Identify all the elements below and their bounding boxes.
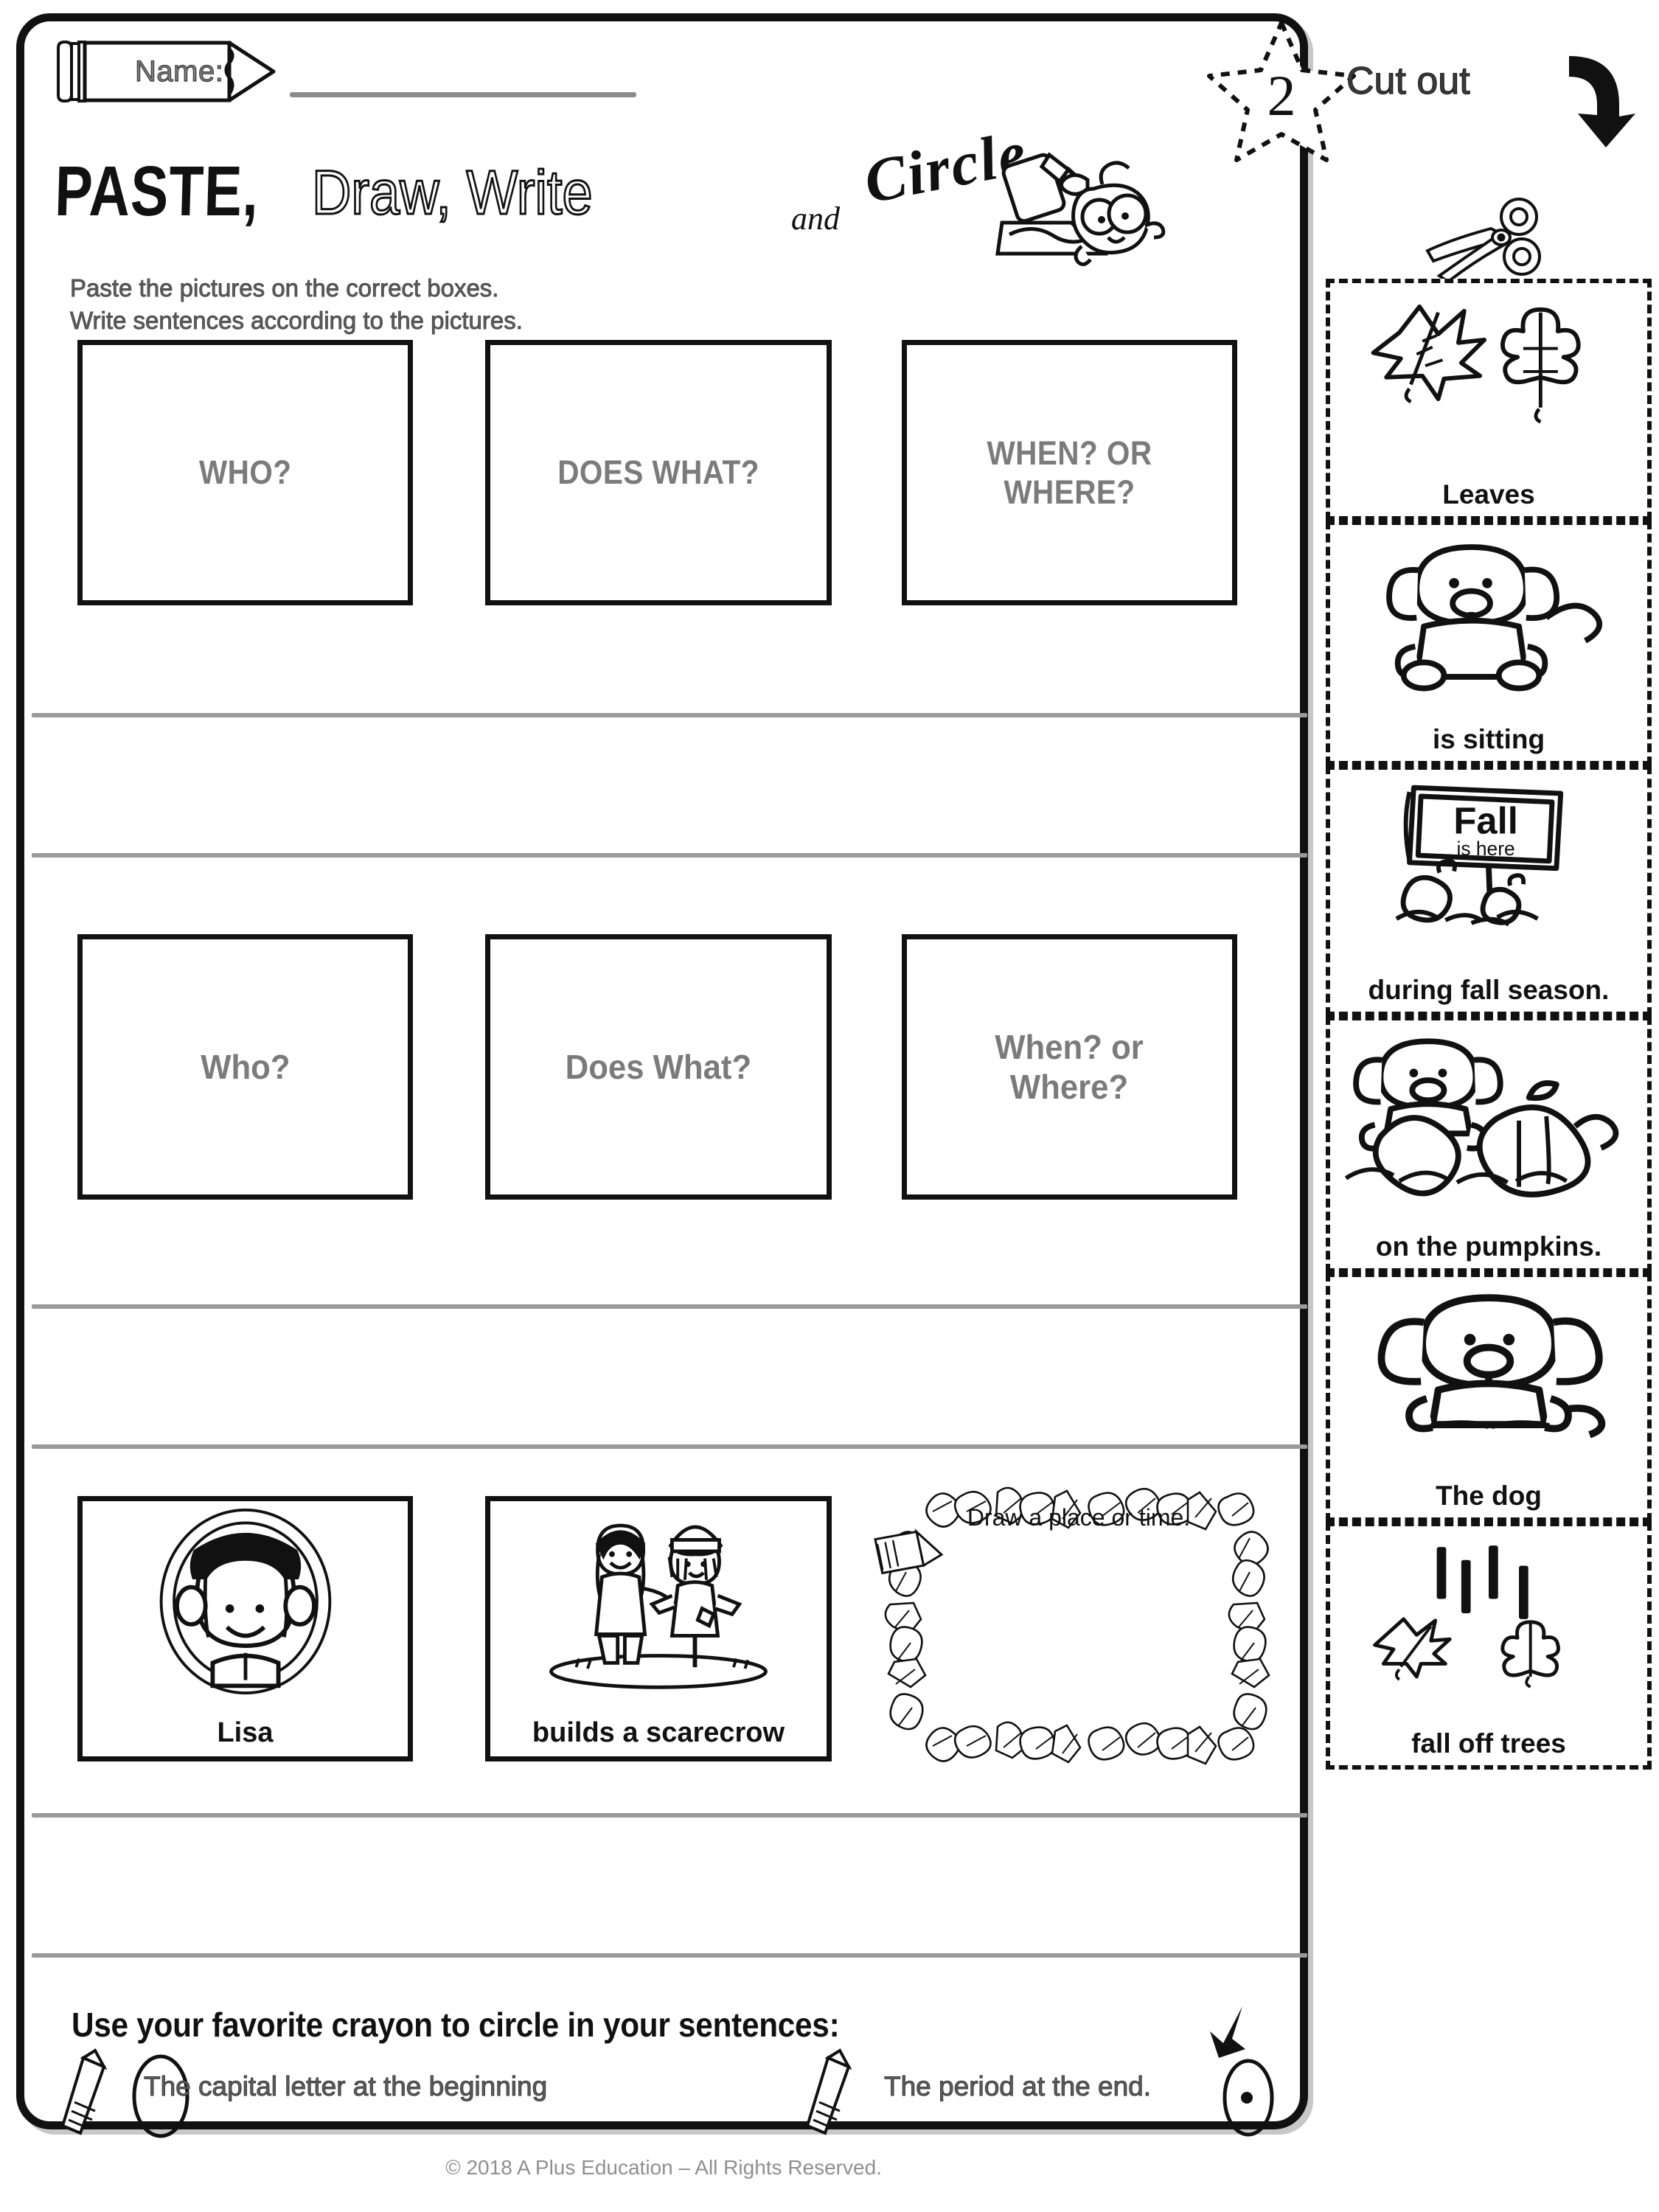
writing-line[interactable] [32, 1444, 1307, 1449]
cutout-card-is-sitting[interactable]: is sitting [1326, 521, 1652, 765]
crayon-icon [60, 2048, 108, 2135]
cutout-card-label: on the pumpkins. [1375, 1231, 1602, 1262]
writing-line[interactable] [32, 1953, 1307, 1958]
title-paste: PASTE, [54, 152, 260, 231]
cutout-card-leaves[interactable]: Leaves [1326, 279, 1652, 521]
cutout-card-label: Leaves [1442, 479, 1535, 509]
box-label: Who? [200, 1047, 291, 1086]
cutout-card-label: The dog [1436, 1481, 1542, 1511]
writing-line[interactable] [32, 713, 1307, 717]
cutout-column: Cut out Leaves is sitting Fall is here d… [1320, 0, 1659, 2212]
draw-instruction: Draw a place or time. [967, 1504, 1191, 1531]
paste-box-does-what-mixed[interactable]: Does What? [485, 934, 832, 1200]
bottom-instructions: Use your favorite crayon to circle in yo… [60, 2005, 1285, 2138]
sign-text-is-here: is here [1457, 838, 1515, 860]
girl-face-icon [83, 1506, 408, 1697]
name-write-line[interactable] [290, 92, 636, 97]
name-field-pencil: Name: [52, 38, 288, 105]
title-and: and [791, 201, 840, 237]
picture-card-lisa: Lisa [77, 1496, 413, 1761]
cutout-card-label: during fall season. [1368, 975, 1610, 1005]
instruction-line-2: Write sentences according to the picture… [70, 306, 524, 334]
writing-line[interactable] [32, 853, 1307, 858]
bottom-instruction-item-2: The period at the end. [883, 2071, 1152, 2102]
apple-mascot-with-glue-icon [995, 143, 1175, 291]
scissors-icon [1425, 198, 1541, 284]
box-label-line1: WHEN? OR [987, 434, 1152, 472]
girl-and-scarecrow-icon [490, 1506, 827, 1697]
sign-text-fall: Fall [1453, 800, 1518, 842]
writing-line[interactable] [32, 1813, 1307, 1818]
paste-box-when-where-upper[interactable]: WHEN? OR WHERE? [902, 340, 1237, 605]
box-label: WHEN? OR WHERE? [981, 434, 1157, 512]
dog-sitting-icon [1330, 531, 1647, 692]
worksheet-frame: Name: PASTE, Draw, Write and Circle 2 Pa… [16, 13, 1356, 2138]
dog-on-pumpkins-icon [1330, 1026, 1647, 1197]
writing-line[interactable] [32, 1304, 1307, 1309]
cutout-title: Cut out [1346, 59, 1470, 102]
crayon-icon [805, 2048, 852, 2135]
paste-box-does-what-upper[interactable]: DOES WHAT? [485, 340, 832, 605]
page-title: PASTE, Draw, Write and Circle [54, 118, 1086, 237]
two-leaves-icon [1330, 289, 1647, 448]
box-label: Does What? [565, 1047, 752, 1086]
cutout-card-on-the-pumpkins[interactable]: on the pumpkins. [1326, 1016, 1652, 1273]
cutout-card-the-dog[interactable]: The dog [1326, 1273, 1652, 1522]
box-label-line2: WHERE? [1004, 473, 1135, 511]
bottom-instruction-item-1: The capital letter at the beginning [143, 2071, 548, 2102]
box-label: When? or Where? [990, 1027, 1150, 1107]
copyright-notice: © 2018 A Plus Education – All Rights Res… [445, 2156, 882, 2179]
dog-standing-icon [1330, 1283, 1647, 1447]
card-caption: builds a scarecrow [532, 1717, 785, 1748]
paste-box-who-upper[interactable]: WHO? [77, 340, 413, 605]
worksheet-page: Name: PASTE, Draw, Write and Circle 2 Pa… [0, 0, 1659, 2212]
curved-arrow-icon [1569, 56, 1635, 147]
cutout-card-fall-off-trees[interactable]: fall off trees [1326, 1522, 1652, 1770]
cutout-card-label: is sitting [1432, 724, 1545, 754]
bottom-instruction-title: Use your favorite crayon to circle in yo… [72, 2006, 840, 2044]
box-label: DOES WHAT? [557, 453, 759, 492]
instructions: Paste the pictures on the correct boxes.… [70, 272, 807, 336]
cutout-card-during-fall-season[interactable]: Fall is here during fall season. [1326, 765, 1652, 1016]
box-label-line2: Where? [1010, 1068, 1129, 1106]
falling-leaves-icon [1330, 1532, 1647, 1697]
paste-box-who-mixed[interactable]: Who? [77, 934, 413, 1200]
draw-frame[interactable]: Draw a place or time. [874, 1485, 1278, 1776]
picture-card-scarecrow: builds a scarecrow [485, 1496, 832, 1761]
name-label: Name: [134, 55, 224, 88]
title-draw-write: Draw, Write [311, 157, 594, 229]
card-caption: Lisa [217, 1717, 274, 1748]
box-label-line1: When? or [995, 1027, 1144, 1066]
instruction-line-1: Paste the pictures on the correct boxes. [70, 274, 499, 302]
cutout-card-label: fall off trees [1411, 1728, 1566, 1759]
fall-is-here-sign-icon: Fall is here [1330, 776, 1647, 939]
box-label: WHO? [198, 453, 292, 492]
arrow-down-icon [1210, 2006, 1245, 2058]
paste-box-when-where-mixed[interactable]: When? or Where? [902, 934, 1237, 1200]
